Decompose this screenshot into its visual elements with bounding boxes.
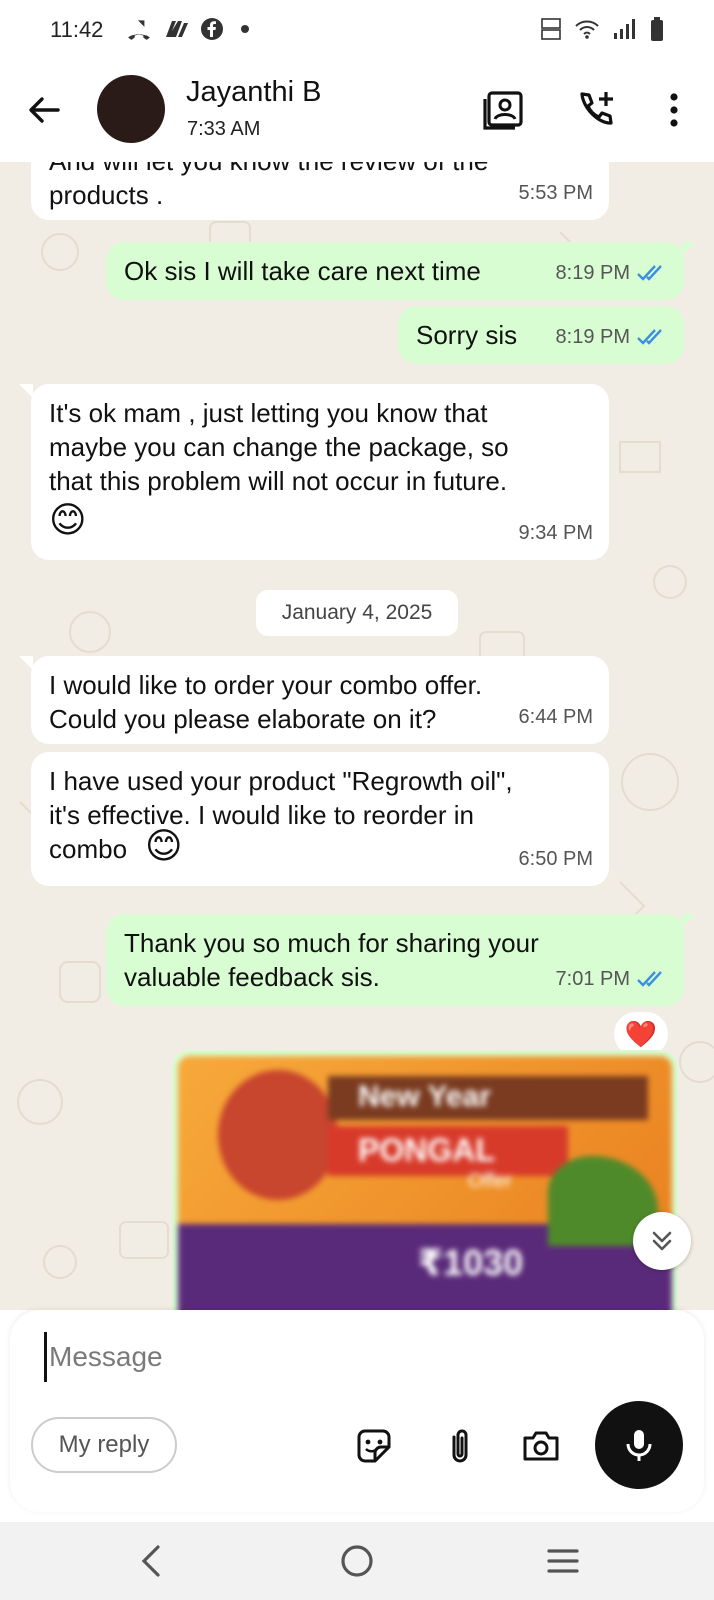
attach-button[interactable] <box>436 1422 484 1470</box>
add-call-button[interactable] <box>572 86 620 134</box>
promo-image[interactable]: New Year PONGAL Offer ₹1030 <box>178 1056 672 1310</box>
message-time-text: 7:01 PM <box>555 968 630 990</box>
message-time: 6:44 PM <box>519 700 593 734</box>
battery-icon <box>651 17 663 41</box>
contact-card-button[interactable] <box>480 86 528 134</box>
message-time: 8:19 PM <box>556 256 668 290</box>
bubble-tail <box>19 656 33 670</box>
message-text: And will let you know the review of the … <box>49 162 488 210</box>
chat-header: Jayanthi B 7:33 AM <box>0 62 714 162</box>
message-text: It's ok mam , just letting you know that… <box>49 398 509 496</box>
message-incoming[interactable]: I would like to order your combo offer. … <box>19 656 609 744</box>
read-ticks-icon <box>637 971 662 987</box>
message-time-text: 8:19 PM <box>555 326 630 348</box>
status-time: 11:42 <box>50 17 104 42</box>
status-icons-right <box>540 16 664 42</box>
add-call-icon <box>580 92 613 125</box>
message-time-text: 6:44 PM <box>518 706 593 728</box>
camera-button[interactable] <box>517 1422 565 1470</box>
sticker-icon <box>357 1429 391 1463</box>
image-message[interactable]: New Year PONGAL Offer ₹1030 <box>172 1050 678 1310</box>
back-arrow-icon <box>29 97 60 123</box>
bubble-tail <box>682 242 696 256</box>
message-incoming[interactable]: I have used your product "Regrowth oil",… <box>31 752 609 886</box>
message-time: 9:34 PM <box>519 516 593 550</box>
emoji: 😊 <box>145 825 183 866</box>
message-text: I have used your product "Regrowth oil",… <box>49 766 513 864</box>
contact-avatar[interactable] <box>97 75 165 143</box>
promo-line-2: PONGAL <box>358 1132 495 1168</box>
message-time-text: 9:34 PM <box>518 522 593 544</box>
promo-line-1: New Year <box>358 1080 491 1113</box>
nav-recents-icon <box>547 1549 579 1573</box>
double-chevron-down-icon <box>652 1231 672 1251</box>
signal-icon <box>614 19 635 39</box>
back-button[interactable] <box>22 88 66 132</box>
contact-card-icon <box>483 91 523 130</box>
camera-icon <box>523 1431 559 1461</box>
message-time-text: 8:19 PM <box>555 262 630 284</box>
message-outgoing[interactable]: Ok sis I will take care next time 8:19 P… <box>106 242 696 300</box>
message-time: 5:53 PM <box>519 176 593 210</box>
volte-icon <box>541 18 561 40</box>
missed-call-icon <box>128 20 150 40</box>
message-input[interactable] <box>44 1332 644 1382</box>
contact-name[interactable]: Jayanthi B <box>186 76 321 109</box>
message-text: Ok sis I will take care next time <box>124 256 481 286</box>
my-reply-button[interactable]: My reply <box>31 1417 177 1473</box>
nav-home-button[interactable] <box>332 1536 382 1586</box>
message-text: Sorry sis <box>416 320 518 350</box>
status-icons-left <box>126 16 256 42</box>
last-seen: 7:33 AM <box>187 118 261 140</box>
wifi-icon <box>575 20 599 39</box>
chat-area[interactable]: And will let you know the review of the … <box>0 162 714 1310</box>
scroll-down-button[interactable] <box>633 1212 691 1270</box>
message-incoming[interactable]: And will let you know the review of the … <box>31 162 609 220</box>
system-navbar <box>0 1522 714 1600</box>
promo-price: ₹1030 <box>418 1242 524 1283</box>
message-time-text: 6:50 PM <box>518 848 593 870</box>
date-separator: January 4, 2025 <box>256 590 458 636</box>
mic-icon <box>626 1430 652 1461</box>
more-vert-icon <box>670 93 678 127</box>
facebook-icon <box>201 18 223 40</box>
nav-back-icon <box>141 1545 160 1577</box>
more-options-button[interactable] <box>650 86 698 134</box>
message-incoming[interactable]: It's ok mam , just letting you know that… <box>19 384 609 560</box>
bubble-tail <box>19 384 33 398</box>
nav-home-icon <box>341 1545 373 1577</box>
promo-line-3: Offer <box>468 1170 513 1192</box>
heart-reaction-emoji: ❤️ <box>624 1018 658 1049</box>
message-time: 7:01 PM <box>556 962 668 996</box>
emoji: 😊 <box>49 499 87 540</box>
app-icon <box>166 21 188 37</box>
dot-icon <box>241 25 249 33</box>
message-time-text: 5:53 PM <box>518 182 593 204</box>
composer: My reply <box>10 1310 704 1512</box>
message-outgoing[interactable]: Thank you so much for sharing your valua… <box>106 914 696 1006</box>
nav-recents-button[interactable] <box>538 1536 588 1586</box>
mic-button[interactable] <box>595 1401 683 1489</box>
read-ticks-icon <box>637 265 662 281</box>
bubble-tail <box>682 914 696 928</box>
message-text: Thank you so much for sharing your valua… <box>124 928 539 992</box>
message-text: I would like to order your combo offer. … <box>49 670 483 734</box>
message-outgoing[interactable]: Sorry sis 8:19 PM <box>398 306 684 364</box>
message-time: 8:19 PM <box>556 320 668 354</box>
attach-icon <box>452 1429 468 1463</box>
message-time: 6:50 PM <box>519 842 593 876</box>
status-bar: 11:42 <box>0 0 714 62</box>
nav-back-button[interactable] <box>126 1536 176 1586</box>
sticker-button[interactable] <box>350 1422 398 1470</box>
read-ticks-icon <box>637 329 662 345</box>
